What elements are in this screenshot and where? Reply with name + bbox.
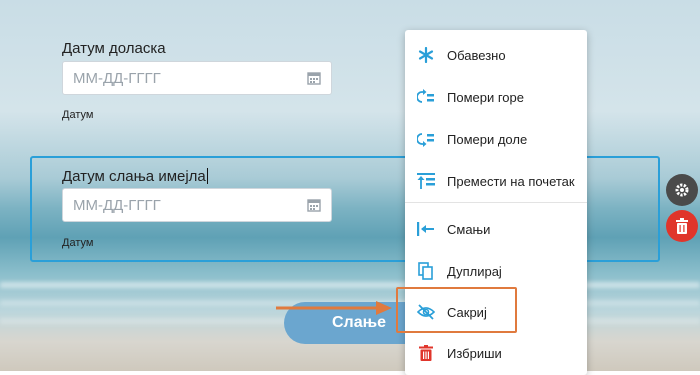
pointer-arrow-icon	[276, 301, 392, 315]
menu-item-label: Премести на почетак	[447, 173, 575, 189]
menu-item-delete[interactable]: Избриши	[405, 333, 587, 373]
wave-line	[0, 282, 700, 288]
duplicate-icon	[417, 262, 435, 280]
arrival-date-help: Датум	[62, 109, 94, 121]
menu-item-label: Избриши	[447, 345, 502, 361]
email-date-label[interactable]: Датум слања имејла	[62, 168, 206, 185]
menu-item-label: Помери горе	[447, 89, 524, 105]
menu-item-label: Дуплирај	[447, 263, 502, 279]
move-to-top-icon	[417, 172, 435, 190]
email-date-input[interactable]	[62, 188, 332, 222]
arrival-date-label: Датум доласка	[62, 40, 166, 57]
menu-item-move-to-top[interactable]: Премести на почетак	[405, 161, 587, 201]
arrival-date-input[interactable]	[62, 61, 332, 95]
menu-item-label: Смањи	[447, 221, 491, 237]
calendar-icon[interactable]	[307, 198, 321, 212]
menu-item-move-down[interactable]: Помери доле	[405, 119, 587, 159]
trash-icon	[417, 344, 435, 362]
menu-item-required[interactable]: Обавезно	[405, 35, 587, 75]
gear-icon	[675, 183, 689, 197]
settings-button[interactable]	[666, 174, 698, 206]
text-cursor	[206, 168, 208, 184]
menu-item-shrink[interactable]: Смањи	[405, 209, 587, 249]
email-date-label-wrap[interactable]: Датум слања имејла	[62, 168, 208, 185]
delete-field-button[interactable]	[666, 210, 698, 242]
move-down-icon	[417, 130, 435, 148]
menu-item-label: Помери доле	[447, 131, 528, 147]
menu-item-label: Обавезно	[447, 47, 506, 63]
menu-divider	[405, 202, 587, 203]
highlight-annotation	[396, 287, 517, 333]
menu-item-move-up[interactable]: Помери горе	[405, 77, 587, 117]
calendar-icon[interactable]	[307, 71, 321, 85]
menu-item-duplicate[interactable]: Дуплирај	[405, 251, 587, 291]
move-up-icon	[417, 88, 435, 106]
email-date-help: Датум	[62, 237, 94, 249]
shrink-icon	[417, 220, 435, 238]
asterisk-icon	[417, 46, 435, 64]
trash-icon	[676, 218, 688, 234]
